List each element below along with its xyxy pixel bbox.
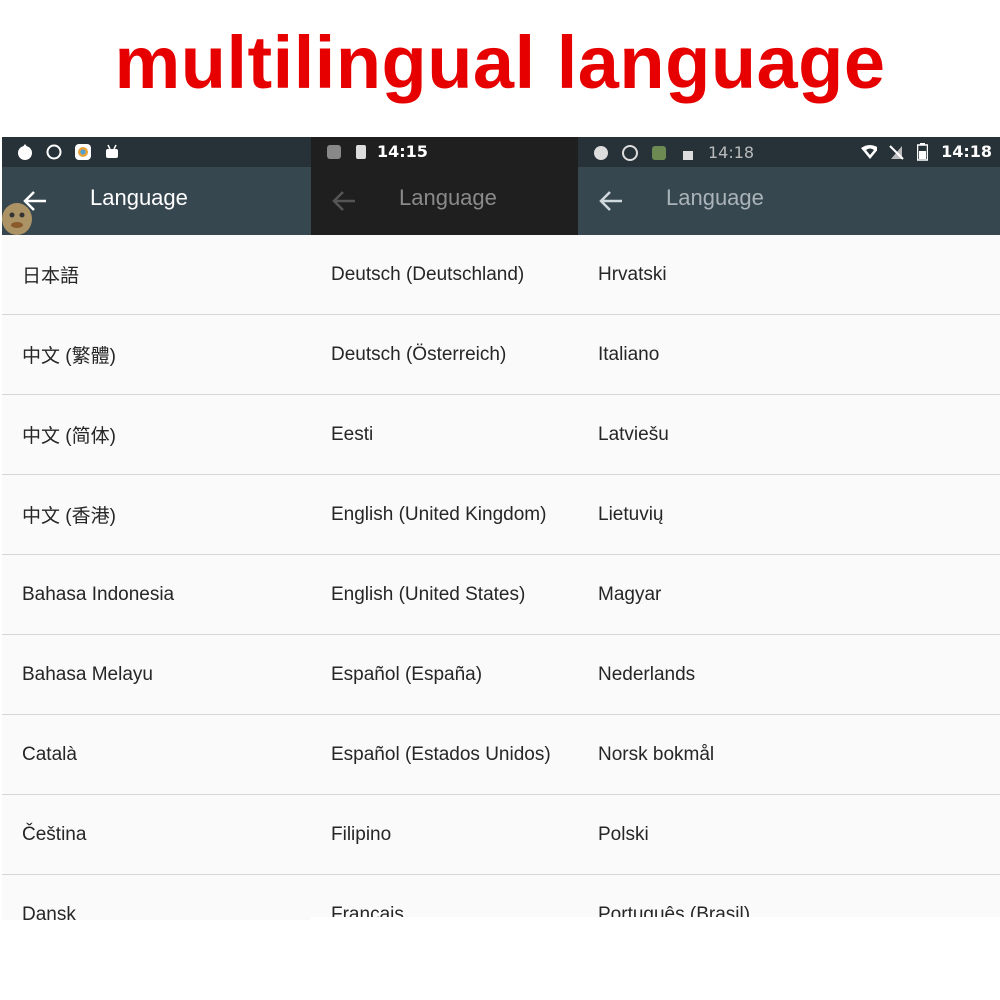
language-item[interactable]: Español (España)	[311, 635, 578, 715]
wifi-icon	[860, 143, 878, 160]
toolbar: Language	[578, 167, 1000, 235]
language-item[interactable]: 日本語	[2, 235, 311, 315]
notification-icon	[16, 143, 33, 160]
language-item[interactable]: Magyar	[578, 555, 1000, 635]
language-item[interactable]: Dansk	[2, 875, 311, 921]
language-item[interactable]: Čeština	[2, 795, 311, 875]
app-icon	[74, 143, 91, 160]
language-item[interactable]: Norsk bokmål	[578, 715, 1000, 795]
language-item[interactable]: 中文 (简体)	[2, 395, 311, 475]
page-title: Language	[666, 185, 764, 210]
language-item[interactable]: Eesti	[311, 395, 578, 475]
language-item[interactable]: English (United Kingdom)	[311, 475, 578, 555]
language-list: Deutsch (Deutschland) Deutsch (Österreic…	[311, 235, 578, 917]
language-item[interactable]: Español (Estados Unidos)	[311, 715, 578, 795]
language-screen-2: Language Deutsch (Deutschland) Deutsch (…	[311, 137, 578, 917]
language-item[interactable]: Latviešu	[578, 395, 1000, 475]
language-item[interactable]: Lietuvių	[578, 475, 1000, 555]
language-screen-1: Language 日本語 中文 (繁體) 中文 (简体) 中文 (香港) Bah…	[2, 137, 311, 920]
app-icon	[650, 144, 667, 161]
language-item[interactable]: 中文 (香港)	[2, 475, 311, 555]
toolbar: Language	[311, 167, 578, 235]
app-icon	[325, 143, 342, 160]
no-sim-icon	[887, 143, 904, 160]
back-arrow-icon[interactable]	[331, 189, 357, 213]
battery-icon	[914, 142, 931, 161]
language-item[interactable]: Hrvatski	[578, 235, 1000, 315]
status-bar: 14:18 14:18	[578, 137, 1000, 167]
language-item[interactable]: Filipino	[311, 795, 578, 875]
language-list: 日本語 中文 (繁體) 中文 (简体) 中文 (香港) Bahasa Indon…	[2, 235, 311, 920]
back-arrow-icon[interactable]	[22, 189, 48, 213]
page-title: Language	[90, 185, 188, 210]
language-screen-3: 14:18 14:18 Language Hrvatski Italiano L…	[578, 137, 1000, 917]
language-item[interactable]: Italiano	[578, 315, 1000, 395]
page-title: Language	[399, 185, 497, 210]
language-item[interactable]: 中文 (繁體)	[2, 315, 311, 395]
toolbar: Language	[2, 167, 311, 235]
language-item[interactable]: Deutsch (Deutschland)	[311, 235, 578, 315]
language-item[interactable]: Nederlands	[578, 635, 1000, 715]
language-list: Hrvatski Italiano Latviešu Lietuvių Magy…	[578, 235, 1000, 917]
status-bar	[2, 137, 311, 167]
lock-icon	[679, 144, 696, 161]
face-icon	[621, 144, 638, 161]
status-time: 14:15	[377, 142, 428, 161]
language-item[interactable]: Català	[2, 715, 311, 795]
language-item[interactable]: Français	[311, 875, 578, 918]
status-time-overlay: 14:15	[352, 142, 428, 161]
language-item[interactable]: English (United States)	[311, 555, 578, 635]
language-item[interactable]: Português (Brasil)	[578, 875, 1000, 918]
back-arrow-icon[interactable]	[598, 189, 624, 213]
language-item[interactable]: Polski	[578, 795, 1000, 875]
android-icon	[103, 143, 120, 160]
banner-title: multilingual language	[114, 21, 886, 104]
phone-icon	[352, 143, 369, 160]
language-item[interactable]: Bahasa Indonesia	[2, 555, 311, 635]
language-item[interactable]: Bahasa Melayu	[2, 635, 311, 715]
face-icon	[45, 143, 62, 160]
language-item[interactable]: Deutsch (Österreich)	[311, 315, 578, 395]
notification-icon	[592, 144, 609, 161]
status-time: 14:18	[941, 142, 992, 161]
status-time-left: 14:18	[708, 143, 755, 162]
